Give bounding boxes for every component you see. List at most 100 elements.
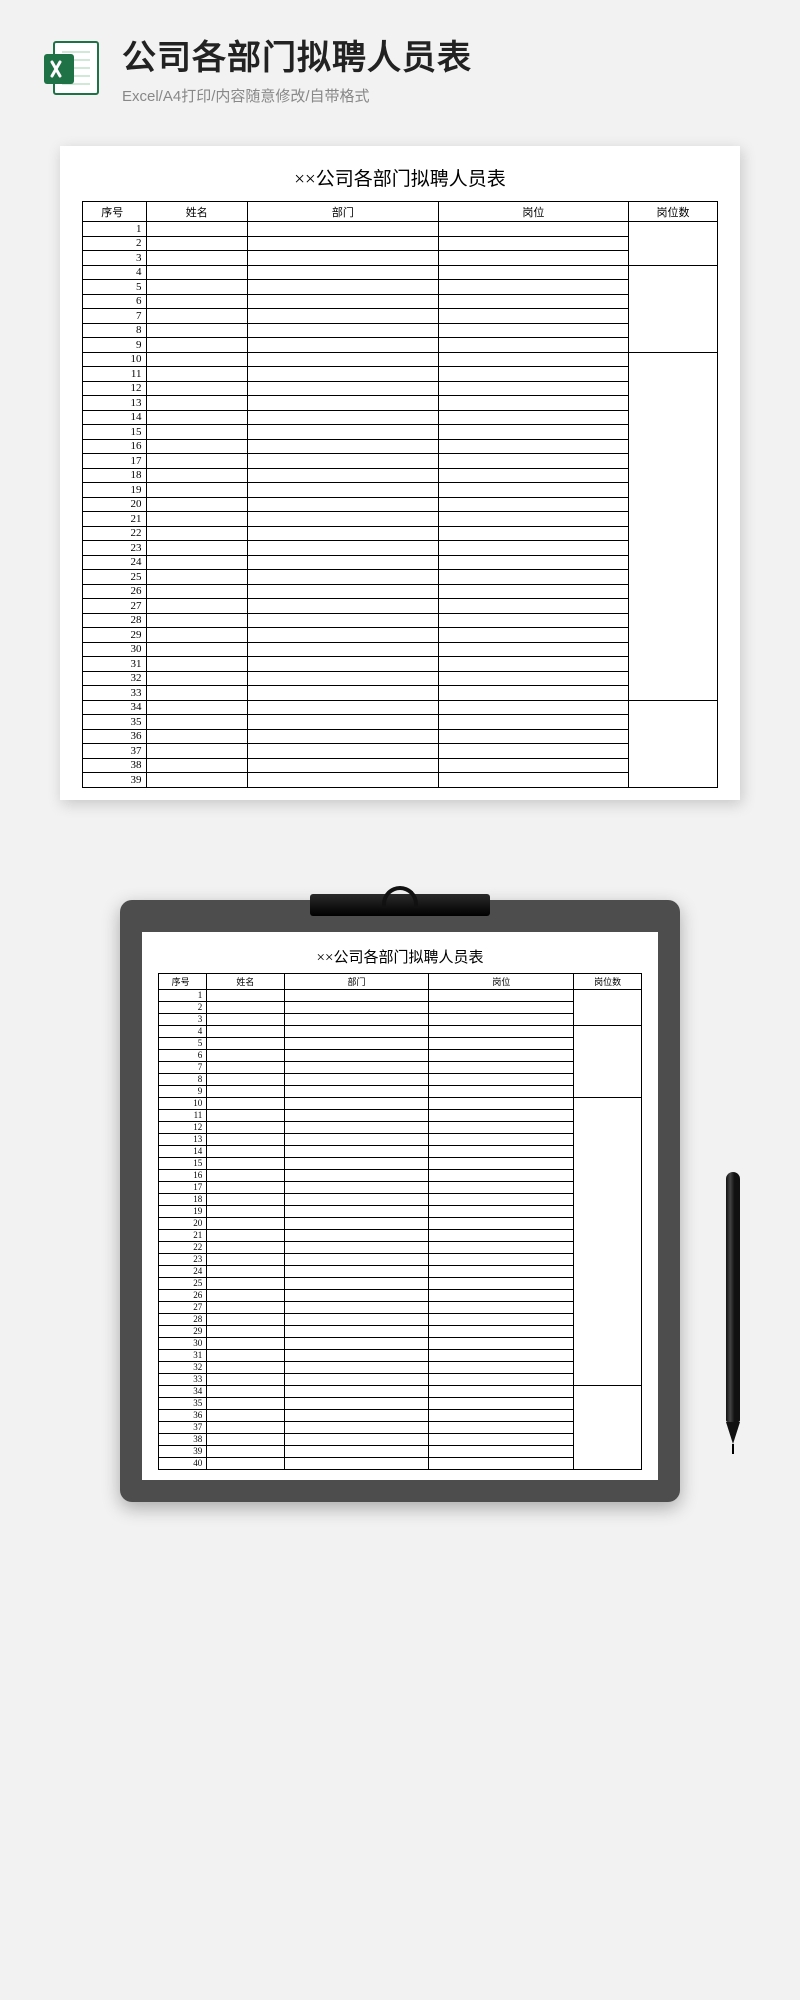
table-row: 20: [159, 1217, 642, 1229]
cell-count-merged: [629, 700, 718, 787]
cell-empty: [146, 599, 248, 614]
cell-empty: [207, 1049, 284, 1061]
cell-seq: 13: [159, 1133, 207, 1145]
cell-empty: [284, 1145, 429, 1157]
cell-empty: [146, 671, 248, 686]
table-row: 39: [83, 773, 718, 788]
clipboard-clip: [310, 894, 490, 916]
cell-empty: [429, 1457, 574, 1469]
cell-empty: [207, 1385, 284, 1397]
cell-empty: [146, 294, 248, 309]
cell-empty: [438, 410, 629, 425]
cell-empty: [146, 396, 248, 411]
cell-empty: [438, 729, 629, 744]
clipboard-mockup: ××公司各部门拟聘人员表 序号 姓名 部门 岗位 岗位数 12345678910…: [120, 900, 680, 1502]
cell-seq: 25: [83, 570, 147, 585]
cell-empty: [248, 642, 439, 657]
table-row: 18: [159, 1193, 642, 1205]
table-row: 34: [83, 700, 718, 715]
cell-empty: [429, 1121, 574, 1133]
cell-empty: [146, 338, 248, 353]
cell-seq: 23: [159, 1253, 207, 1265]
cell-empty: [248, 657, 439, 672]
cell-empty: [146, 280, 248, 295]
table-row: 1: [159, 989, 642, 1001]
cell-empty: [438, 541, 629, 556]
table-row: 9: [159, 1085, 642, 1097]
table-row: 14: [83, 410, 718, 425]
cell-empty: [248, 222, 439, 237]
table-row: 15: [159, 1157, 642, 1169]
cell-seq: 13: [83, 396, 147, 411]
table-row: 36: [159, 1409, 642, 1421]
table-row: 6: [83, 294, 718, 309]
cell-empty: [429, 1301, 574, 1313]
cell-empty: [146, 439, 248, 454]
cell-empty: [207, 1445, 284, 1457]
cell-empty: [284, 1289, 429, 1301]
cell-empty: [284, 1229, 429, 1241]
cell-empty: [284, 1049, 429, 1061]
cell-seq: 14: [83, 410, 147, 425]
cell-empty: [146, 758, 248, 773]
cell-seq: 10: [83, 352, 147, 367]
cell-empty: [438, 367, 629, 382]
cell-empty: [248, 396, 439, 411]
cell-empty: [146, 323, 248, 338]
cell-empty: [284, 1301, 429, 1313]
cell-empty: [438, 468, 629, 483]
cell-empty: [146, 744, 248, 759]
cell-empty: [284, 1421, 429, 1433]
cell-empty: [429, 1001, 574, 1013]
cell-empty: [429, 1277, 574, 1289]
cell-empty: [248, 468, 439, 483]
cell-empty: [207, 1169, 284, 1181]
cell-seq: 5: [83, 280, 147, 295]
cell-empty: [429, 1349, 574, 1361]
cell-empty: [438, 773, 629, 788]
cell-empty: [248, 454, 439, 469]
table-row: 13: [83, 396, 718, 411]
cell-empty: [284, 1277, 429, 1289]
cell-empty: [284, 1409, 429, 1421]
cell-seq: 34: [83, 700, 147, 715]
cell-empty: [429, 1313, 574, 1325]
cell-count-merged: [574, 1097, 642, 1385]
cell-empty: [248, 686, 439, 701]
cell-empty: [146, 251, 248, 266]
cell-empty: [248, 280, 439, 295]
table-row: 5: [83, 280, 718, 295]
col-name: 姓名: [146, 202, 248, 222]
table-row: 7: [83, 309, 718, 324]
table-row: 31: [159, 1349, 642, 1361]
cell-empty: [207, 1157, 284, 1169]
cell-seq: 7: [83, 309, 147, 324]
cell-empty: [248, 729, 439, 744]
table-row: 27: [159, 1301, 642, 1313]
cell-empty: [248, 439, 439, 454]
table-row: 22: [83, 526, 718, 541]
cell-empty: [429, 1145, 574, 1157]
sheet-title-small: ××公司各部门拟聘人员表: [158, 946, 642, 967]
cell-empty: [207, 1373, 284, 1385]
cell-empty: [248, 338, 439, 353]
cell-seq: 15: [159, 1157, 207, 1169]
table-row: 31: [83, 657, 718, 672]
cell-empty: [207, 1229, 284, 1241]
cell-empty: [207, 1109, 284, 1121]
cell-empty: [284, 1433, 429, 1445]
cell-seq: 22: [159, 1241, 207, 1253]
cell-empty: [207, 1277, 284, 1289]
table-row: 32: [83, 671, 718, 686]
cell-empty: [429, 1205, 574, 1217]
cell-empty: [438, 425, 629, 440]
table-row: 12: [83, 381, 718, 396]
cell-seq: 30: [159, 1337, 207, 1349]
personnel-table: 序号 姓名 部门 岗位 岗位数 123456789101112131415161…: [82, 201, 718, 788]
cell-seq: 39: [159, 1445, 207, 1457]
cell-empty: [207, 1337, 284, 1349]
excel-icon: [40, 36, 104, 100]
cell-empty: [438, 294, 629, 309]
cell-empty: [146, 425, 248, 440]
cell-empty: [284, 1037, 429, 1049]
